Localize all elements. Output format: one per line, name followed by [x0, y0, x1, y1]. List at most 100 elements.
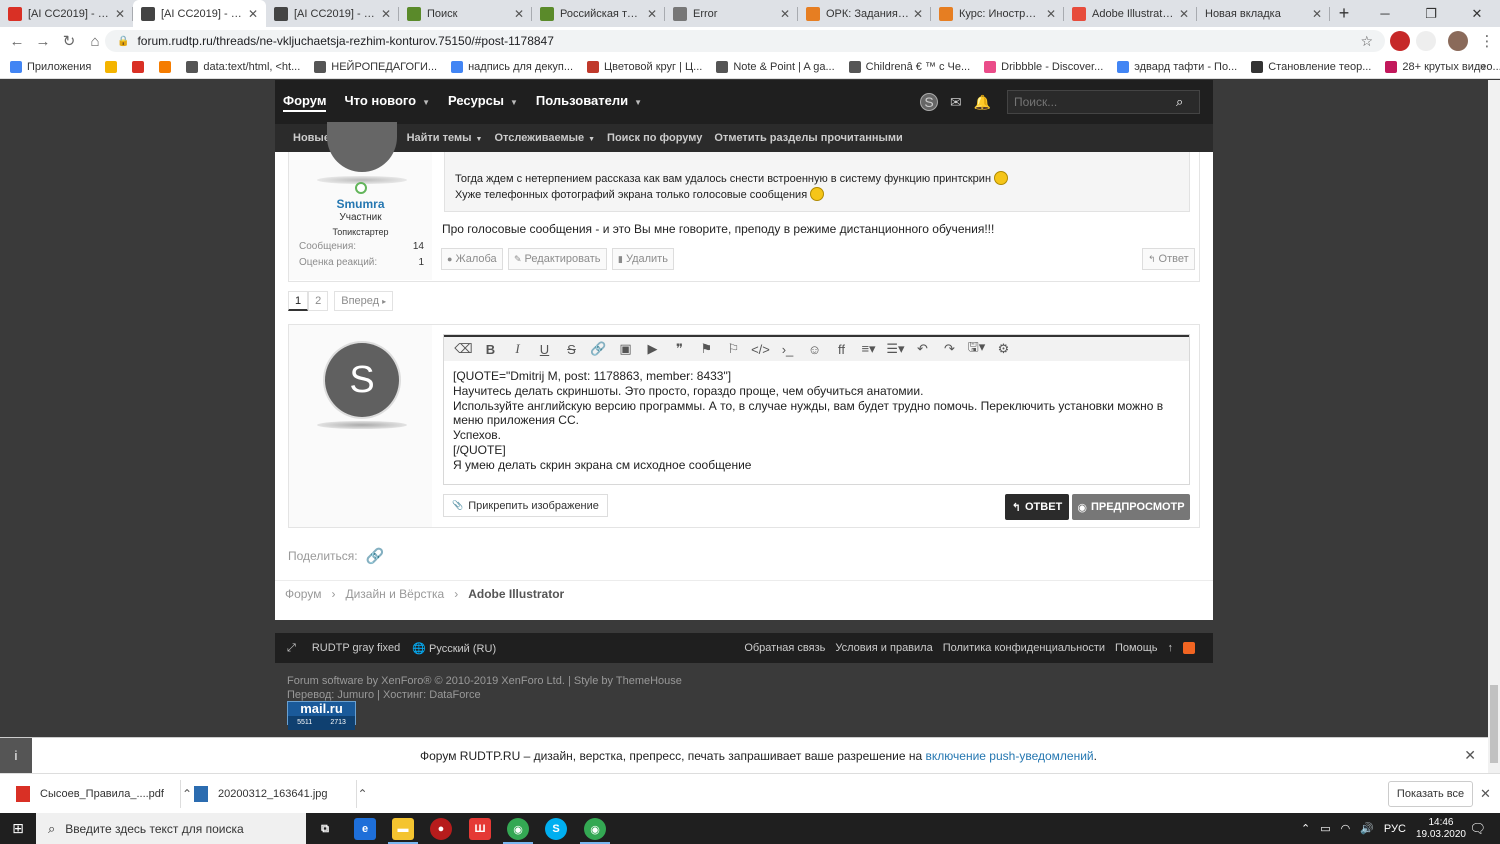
save-draft-icon[interactable]: 🖫▾ [963, 338, 990, 360]
minimize-icon[interactable]: ─ [1362, 0, 1408, 27]
search-icon[interactable]: ⌕ [1176, 94, 1183, 110]
menu-dots-icon[interactable]: ⋮ [1474, 32, 1500, 50]
align-icon[interactable]: ≡▾ [855, 341, 882, 357]
language-indicator[interactable]: РУС [1384, 823, 1406, 835]
browser-tab[interactable]: Российская таможн ✕ [532, 0, 665, 27]
smiley-icon[interactable]: ☺ [801, 342, 828, 357]
skype-icon[interactable]: S [545, 818, 567, 840]
bookmark-item[interactable]: надпись для декуп... [451, 60, 573, 73]
nav-item[interactable]: Пользователи ▼ [536, 93, 642, 112]
scroll-top-icon[interactable]: ↑ [1168, 642, 1174, 654]
caret-down-icon[interactable]: ▼ [422, 98, 430, 107]
bookmark-item[interactable]: Childrenâ € ™ с Че... [848, 60, 970, 73]
nav-item[interactable]: Что нового ▼ [344, 93, 430, 112]
edge-icon[interactable]: e [354, 818, 376, 840]
browser-tab[interactable]: Курс: Иностранный ✕ [931, 0, 1064, 27]
reply-avatar[interactable]: S [325, 343, 399, 417]
close-tab-icon[interactable]: ✕ [780, 7, 790, 21]
close-tab-icon[interactable]: ✕ [913, 7, 923, 21]
more-bookmarks-icon[interactable]: » [1480, 61, 1486, 73]
subnav-item[interactable]: Найти темы ▼ [407, 132, 483, 144]
restore-icon[interactable]: ❐ [1408, 0, 1454, 27]
bookmark-item[interactable]: data:text/html, <ht... [186, 60, 300, 73]
inline-code-icon[interactable]: ›_ [774, 342, 801, 357]
clock[interactable]: 14:46 19.03.2020 [1416, 817, 1466, 841]
browser-tab[interactable]: [AI CC2019] - Не вкл ✕ [266, 0, 399, 27]
nav-item[interactable]: Форум [283, 93, 327, 112]
bookmark-item[interactable]: Note & Point | A ga... [716, 60, 835, 73]
reply-link-button[interactable]: ↰ Ответ [1142, 248, 1195, 270]
edit-button[interactable]: ✎ Редактировать [508, 248, 607, 270]
close-tab-icon[interactable]: ✕ [248, 7, 258, 21]
link-icon[interactable]: 🔗 [585, 341, 612, 357]
underline-icon[interactable]: U [531, 342, 558, 357]
image-icon[interactable]: ▣ [612, 341, 639, 357]
eraser-icon[interactable]: ⌫ [450, 341, 477, 357]
app-icon[interactable]: ● [430, 818, 452, 840]
caret-down-icon[interactable]: ▼ [634, 98, 642, 107]
page-scrollbar[interactable] [1488, 80, 1500, 773]
close-tab-icon[interactable]: ✕ [514, 7, 524, 21]
scrollbar-thumb[interactable] [1490, 685, 1498, 763]
app-icon[interactable]: Ш [469, 818, 491, 840]
bookmark-item[interactable]: Цветовой круг | Ц... [587, 60, 702, 73]
show-all-downloads-button[interactable]: Показать все [1388, 781, 1473, 807]
mailru-counter[interactable]: mail.ru 5511 2713 [287, 701, 356, 730]
nav-item[interactable]: Ресурсы ▼ [448, 93, 518, 112]
expand-icon[interactable]: ⤢ [287, 642, 296, 655]
undo-icon[interactable]: ↶ [909, 341, 936, 357]
close-icon[interactable]: ✕ [1464, 747, 1476, 764]
browser-tab[interactable]: Новая вкладка ✕ [1197, 0, 1330, 27]
bookmark-item[interactable] [159, 60, 176, 73]
caret-down-icon[interactable]: ▼ [476, 136, 483, 143]
page-1[interactable]: 1 [288, 291, 309, 311]
footer-link-help[interactable]: Помощь [1115, 642, 1158, 654]
post-avatar[interactable] [327, 122, 397, 172]
page-2[interactable]: 2 [308, 291, 329, 311]
bookmark-item[interactable] [132, 60, 149, 73]
reload-icon[interactable]: ↻ [56, 32, 82, 50]
close-tab-icon[interactable]: ✕ [381, 7, 391, 21]
bookmark-item[interactable]: Приложения [10, 60, 91, 73]
adblock-extension-icon[interactable] [1390, 31, 1410, 51]
rss-icon[interactable] [1183, 642, 1195, 654]
language-chooser[interactable]: 🌐 Русский (RU) [412, 642, 496, 655]
footer-link-feedback[interactable]: Обратная связь [744, 642, 825, 654]
windows-start-icon[interactable]: ⊞ [0, 813, 36, 844]
subnav-item[interactable]: Поиск по форуму [607, 132, 702, 144]
user-avatar-icon[interactable]: S [920, 93, 938, 111]
spoiler-icon[interactable]: ⚐ [720, 341, 747, 357]
delete-button[interactable]: ▮ Удалить [612, 248, 674, 270]
back-icon[interactable]: ← [4, 33, 30, 50]
close-icon[interactable]: ✕ [1480, 786, 1491, 802]
browser-tab[interactable]: [AI CC2019] - Не вкл ✕ [133, 0, 266, 27]
close-tab-icon[interactable]: ✕ [1179, 7, 1189, 21]
list-icon[interactable]: ☰▾ [882, 341, 909, 357]
taskbar-search[interactable]: ⌕ Введите здесь текст для поиска [36, 813, 306, 844]
next-page-button[interactable]: Вперед ▸ [334, 291, 394, 311]
close-tab-icon[interactable]: ✕ [1046, 7, 1056, 21]
bookmark-item[interactable] [105, 60, 122, 73]
breadcrumb-forum[interactable]: Форум [285, 587, 321, 601]
browser-tab[interactable]: Поиск ✕ [399, 0, 532, 27]
browser-tab[interactable]: ОРК: Задания для п ✕ [798, 0, 931, 27]
video-icon[interactable]: ▶ [639, 341, 666, 357]
strikethrough-icon[interactable]: S [558, 342, 585, 357]
share-link-icon[interactable]: 🔗 [366, 547, 385, 565]
download-item[interactable]: 20200312_163641.jpg ⌃ [194, 782, 368, 806]
file-explorer-icon[interactable]: ▬ [392, 818, 414, 840]
new-tab-button[interactable]: + [1330, 0, 1358, 27]
subnav-item[interactable]: Отслеживаемые ▼ [494, 132, 595, 144]
stat-value[interactable]: 14 [413, 241, 424, 252]
footer-link-terms[interactable]: Условия и правила [835, 642, 932, 654]
extension-icon[interactable] [1416, 31, 1436, 51]
url-omnibox[interactable]: 🔒 forum.rudtp.ru/threads/ne-vkljuchaetsj… [105, 30, 1385, 52]
bookmark-item[interactable]: НЕЙРОПЕДАГОГИ... [314, 60, 437, 73]
bookmark-item[interactable]: эдвард тафти - По... [1117, 60, 1237, 73]
close-tab-icon[interactable]: ✕ [647, 7, 657, 21]
caret-down-icon[interactable]: ▼ [588, 136, 595, 143]
volume-icon[interactable]: 🔊 [1360, 822, 1374, 835]
editor-textarea[interactable]: [QUOTE="Dmitrij M, post: 1178863, member… [453, 369, 1173, 473]
post-username[interactable]: Smumra [289, 197, 432, 211]
submit-reply-button[interactable]: ↰ ОТВЕТ [1005, 494, 1069, 520]
